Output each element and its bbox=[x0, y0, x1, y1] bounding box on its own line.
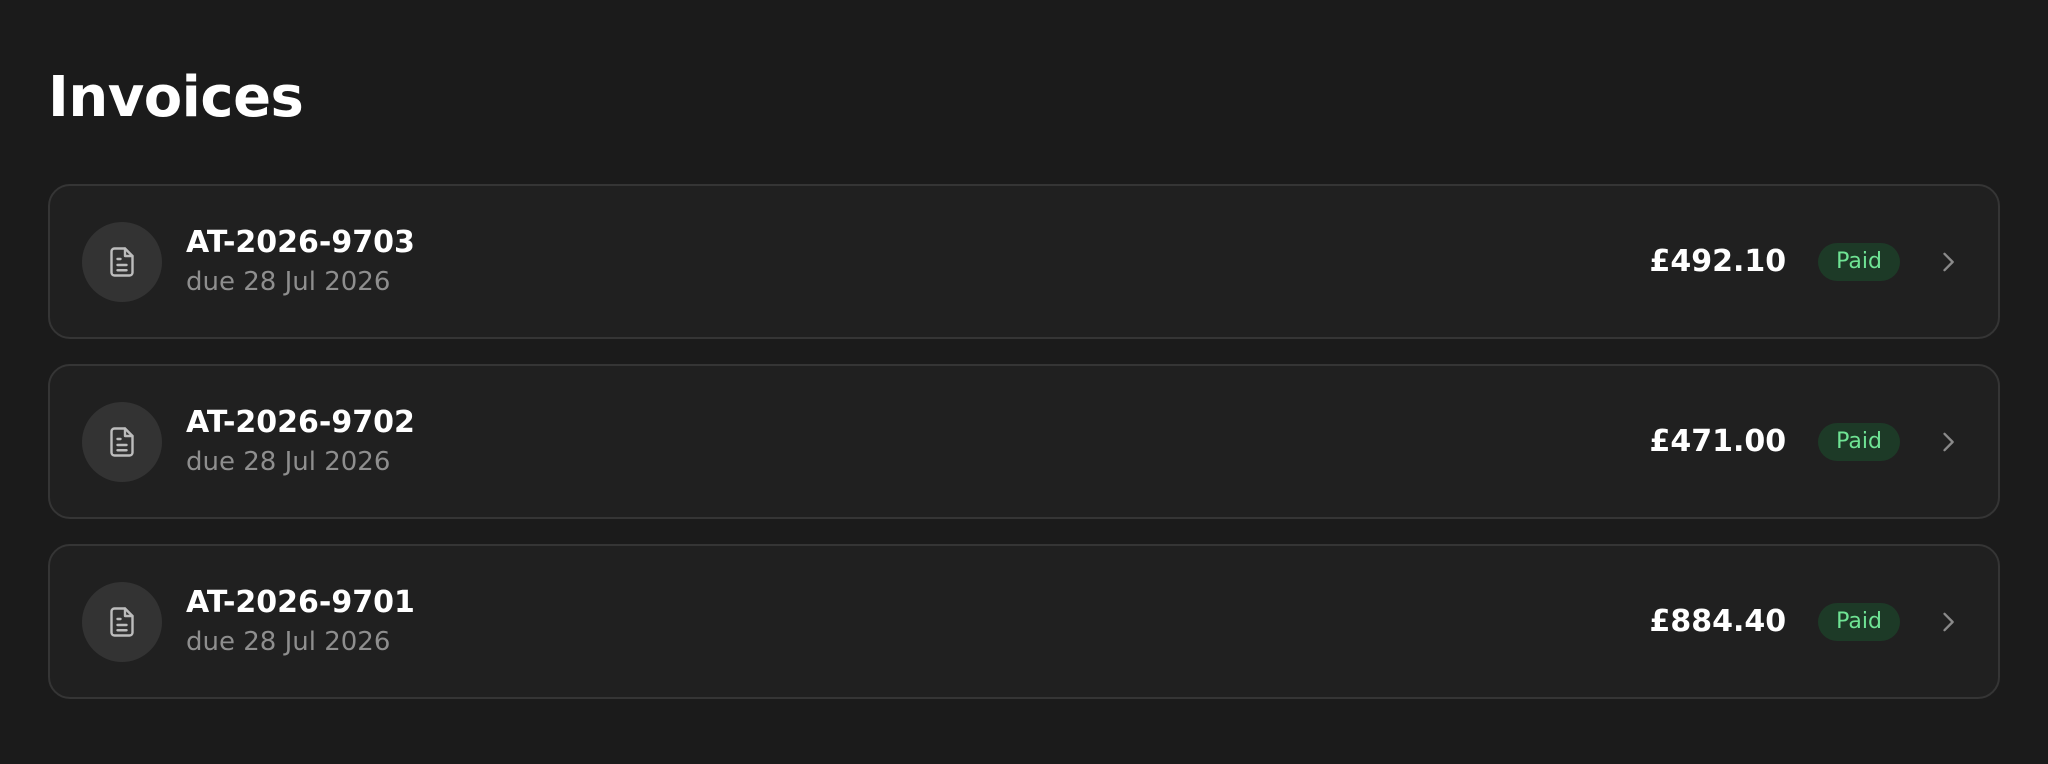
invoice-number: AT-2026-9703 bbox=[186, 224, 415, 260]
invoice-due-date: due 28 Jul 2026 bbox=[186, 266, 391, 297]
document-icon bbox=[82, 221, 162, 302]
status-badge: Paid bbox=[1818, 422, 1900, 461]
document-icon bbox=[82, 581, 162, 662]
invoice-row[interactable]: AT-2026-9703 due 28 Jul 2026 £492.10 Pai… bbox=[48, 184, 2000, 339]
page-title: Invoices bbox=[48, 65, 304, 130]
invoice-number: AT-2026-9701 bbox=[186, 584, 415, 620]
chevron-right-icon[interactable] bbox=[1934, 428, 1962, 456]
invoice-row[interactable]: AT-2026-9701 due 28 Jul 2026 £884.40 Pai… bbox=[48, 544, 2000, 699]
invoice-amount: £492.10 bbox=[1649, 244, 1787, 279]
invoice-info: AT-2026-9702 due 28 Jul 2026 bbox=[186, 405, 415, 478]
chevron-right-icon[interactable] bbox=[1934, 608, 1962, 636]
invoice-amount: £471.00 bbox=[1649, 424, 1787, 459]
status-badge: Paid bbox=[1818, 242, 1900, 281]
chevron-right-icon[interactable] bbox=[1934, 248, 1962, 276]
invoice-due-date: due 28 Jul 2026 bbox=[186, 626, 391, 657]
document-icon bbox=[82, 401, 162, 482]
invoice-number: AT-2026-9702 bbox=[186, 404, 415, 440]
invoice-info: AT-2026-9703 due 28 Jul 2026 bbox=[186, 225, 415, 298]
invoices-page: Invoices AT-2026-9703 due 28 Jul 2026 £4… bbox=[0, 0, 2048, 764]
invoice-due-date: due 28 Jul 2026 bbox=[186, 446, 391, 477]
invoice-amount: £884.40 bbox=[1649, 604, 1787, 639]
status-badge: Paid bbox=[1818, 602, 1900, 641]
invoice-list: AT-2026-9703 due 28 Jul 2026 £492.10 Pai… bbox=[48, 184, 2000, 724]
invoice-row[interactable]: AT-2026-9702 due 28 Jul 2026 £471.00 Pai… bbox=[48, 364, 2000, 519]
invoice-info: AT-2026-9701 due 28 Jul 2026 bbox=[186, 585, 415, 658]
